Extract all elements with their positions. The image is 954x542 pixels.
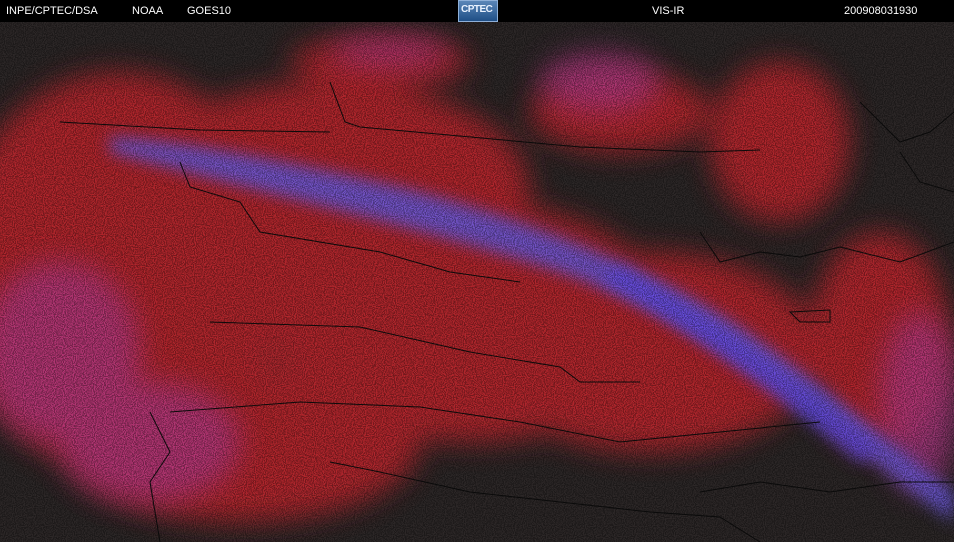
- channel-label: VIS-IR: [652, 5, 685, 17]
- satellite-label: GOES10: [187, 5, 232, 17]
- image-header-bar: INPE/CPTEC/DSA NOAA GOES10 CPTEC VIS-IR …: [0, 0, 954, 22]
- satellite-imagery: [0, 22, 954, 542]
- dark-speckle-overlay: [0, 22, 954, 542]
- satellite-image-frame: INPE/CPTEC/DSA NOAA GOES10 CPTEC VIS-IR …: [0, 0, 954, 542]
- cptec-logo: CPTEC: [458, 0, 498, 22]
- agency-label: NOAA: [132, 5, 164, 17]
- timestamp-label: 200908031930: [844, 5, 918, 17]
- source-label: INPE/CPTEC/DSA: [6, 5, 98, 17]
- cloud-imagery-svg: [0, 22, 954, 542]
